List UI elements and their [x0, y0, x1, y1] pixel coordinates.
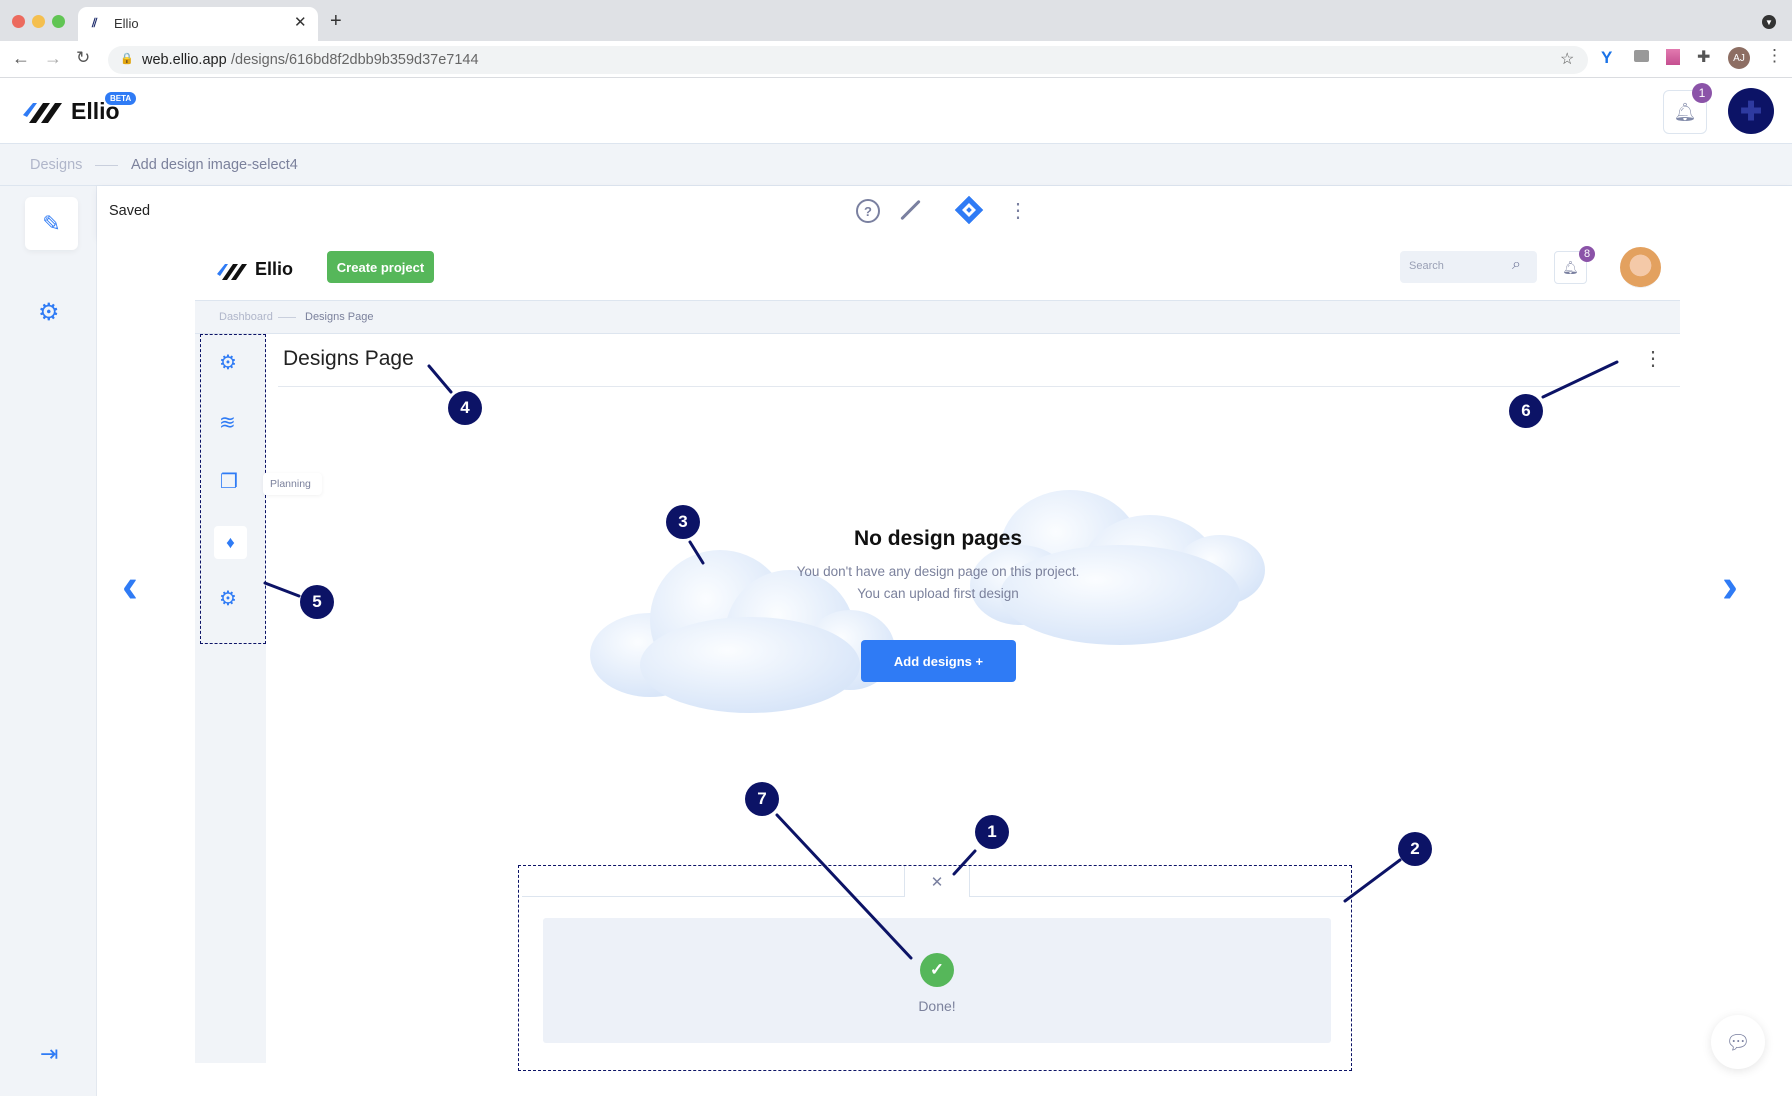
close-window-button[interactable] [12, 15, 25, 28]
design-pen-button[interactable]: ♦ [214, 526, 247, 559]
tab-search-icon[interactable]: ▼ [1762, 15, 1776, 29]
breadcrumb-separator [278, 317, 296, 318]
url-path: /designs/616bd8f2dbb9b359d37e7144 [231, 52, 479, 68]
add-designs-button[interactable]: Add designs + [861, 640, 1016, 682]
pen-nib-icon: ♦ [226, 532, 235, 552]
profile-avatar[interactable]: AJ [1728, 47, 1750, 69]
preview-breadcrumb-dashboard[interactable]: Dashboard [219, 311, 273, 323]
close-tab-icon[interactable]: ✕ [294, 13, 307, 31]
bell-icon: 🔔︎ [1562, 259, 1579, 275]
preview-breadcrumb-current: Designs Page [305, 311, 374, 323]
more-options-icon[interactable]: ⋮ [1008, 198, 1028, 223]
empty-state-description: You don't have any design page on this p… [796, 564, 1080, 579]
bell-icon: 🔔︎ [1673, 101, 1697, 122]
callout-7: 7 [745, 782, 779, 816]
help-icon[interactable]: ? [856, 199, 880, 223]
maximize-window-button[interactable] [52, 15, 65, 28]
breadcrumb-designs-link[interactable]: Designs [30, 157, 82, 173]
preview-logo-text: Ellio [255, 259, 294, 279]
create-project-button[interactable]: Create project [327, 251, 434, 283]
preview-gear-icon[interactable]: ⚙ [219, 586, 237, 611]
preview-user-avatar[interactable] [1620, 247, 1661, 288]
breadcrumb-current: Add design image-select4 [131, 157, 298, 173]
close-icon: ✕ [930, 873, 944, 891]
back-icon[interactable]: ← [12, 48, 30, 69]
callout-3: 3 [666, 505, 700, 539]
callout-5: 5 [300, 585, 334, 619]
layers-icon[interactable]: ≋ [219, 410, 236, 435]
callout-2: 2 [1398, 832, 1432, 866]
pen-tool-icon: ✎ [42, 210, 61, 236]
left-sidebar: ✎ ⚙ ⇥ [0, 186, 97, 1096]
url-field[interactable]: 🔒 web.ellio.app /designs/616bd8f2dbb9b35… [108, 46, 1588, 74]
user-avatar[interactable]: ✚ [1728, 88, 1774, 134]
success-check-icon: ✓ [920, 953, 954, 987]
preview-logo-icon [217, 264, 247, 280]
url-host: web.ellio.app [142, 52, 227, 68]
editor-toolbar: Saved ? ⋮ [97, 186, 1792, 237]
minimize-window-button[interactable] [32, 15, 45, 28]
page-more-options-icon[interactable]: ⋮ [1643, 346, 1663, 371]
notification-badge: 1 [1692, 83, 1712, 103]
empty-state-title: No design pages [853, 527, 1023, 550]
planning-tooltip: Planning [263, 473, 322, 495]
tab-title: Ellio [114, 16, 139, 31]
planning-documents-icon[interactable]: ❐ [220, 469, 238, 494]
search-placeholder: Search [1409, 260, 1444, 272]
ellio-favicon-icon: ⫽ [92, 16, 98, 30]
new-tab-button[interactable]: + [330, 10, 342, 33]
breadcrumb-separator [95, 165, 118, 166]
save-status: Saved [109, 203, 151, 219]
jira-icon[interactable] [954, 195, 984, 225]
callout-6: 6 [1509, 394, 1543, 428]
upload-status: Done! [918, 998, 956, 1014]
preview-search-input[interactable]: Search ⌕ [1400, 251, 1537, 283]
forward-icon[interactable]: → [44, 48, 62, 69]
logout-icon[interactable]: ⇥ [40, 1041, 58, 1067]
title-divider [278, 386, 1680, 387]
app-header: Ellio BETA 🔔︎ 1 ✚ [0, 78, 1792, 144]
chat-bubble-icon: 💬︎ [1725, 1031, 1751, 1054]
address-bar-row: ← → ↻ 🔒 web.ellio.app /designs/616bd8f2d… [0, 41, 1792, 78]
color-extension-icon[interactable] [1666, 49, 1680, 65]
preview-notification-badge: 8 [1579, 246, 1595, 262]
preview-header: Ellio Create project Search ⌕ 🔔︎ 8 [195, 240, 1680, 300]
browser-tab[interactable]: ⫽ Ellio ✕ [78, 7, 318, 41]
chat-support-button[interactable]: 💬︎ [1711, 1015, 1765, 1069]
previous-design-arrow[interactable]: ‹ [122, 559, 138, 614]
search-icon: ⌕ [1512, 256, 1521, 273]
ellio-logo-icon [23, 103, 62, 123]
line-tool-icon[interactable] [900, 199, 921, 221]
lock-icon: 🔒 [120, 53, 134, 65]
extensions-puzzle-icon[interactable]: ✚ [1697, 47, 1710, 67]
beta-badge: BETA [105, 92, 137, 105]
empty-state-hint: You can upload first design [857, 586, 1019, 601]
preview-settings-cogs-icon[interactable]: ⚙ [219, 350, 237, 375]
callout-4: 4 [448, 391, 482, 425]
bookmark-star-icon[interactable]: ☆ [1560, 49, 1574, 69]
breadcrumb: Designs Add design image-select4 [0, 144, 1792, 186]
close-upload-panel-button[interactable]: ✕ [904, 866, 970, 897]
browser-tab-bar: ⫽ Ellio ✕ + ▼ [0, 0, 1792, 41]
reload-icon[interactable]: ↻ [76, 48, 90, 68]
camera-extension-icon[interactable] [1634, 50, 1649, 62]
browser-menu-icon[interactable]: ⋮ [1766, 46, 1783, 66]
settings-gear-icon[interactable]: ⚙ [38, 298, 60, 327]
preview-breadcrumb: Dashboard Designs Page [195, 300, 1680, 334]
callout-1: 1 [975, 815, 1009, 849]
preview-page-title: Designs Page [283, 347, 414, 370]
design-editor-button[interactable]: ✎ [25, 197, 78, 250]
extension-y-icon[interactable]: Y [1601, 48, 1612, 68]
next-design-arrow[interactable]: › [1722, 559, 1738, 614]
